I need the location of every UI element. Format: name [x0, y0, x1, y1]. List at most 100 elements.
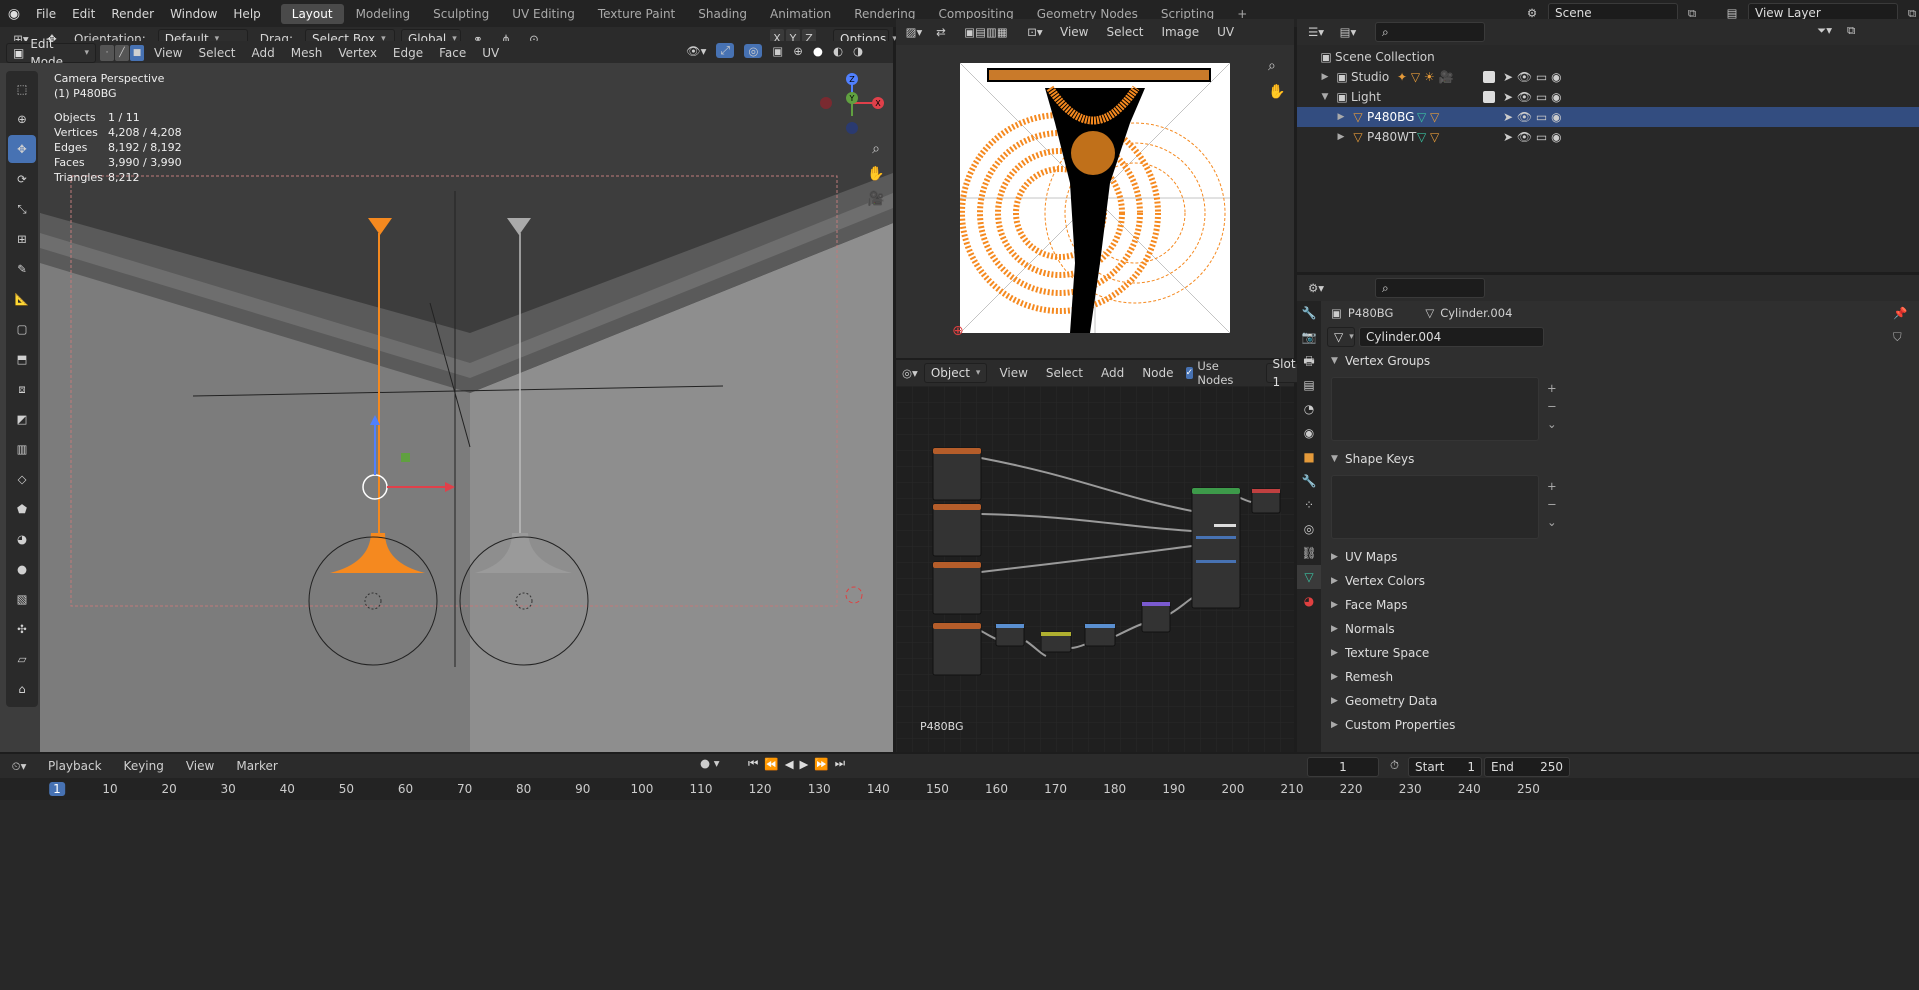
edge-slide-tool-icon[interactable]: ▧ — [8, 585, 36, 613]
expand-icon[interactable]: ▶ — [1317, 72, 1333, 82]
outliner-row-p480wt[interactable]: ▶ ▽ P480WT ▽ ▽ ➤ 👁 ▭ ◉ — [1297, 127, 1919, 147]
texture-node-4[interactable] — [932, 622, 982, 676]
panel-shape-keys[interactable]: ▼ Shape Keys — [1321, 447, 1919, 471]
add-cube-tool-icon[interactable]: ▢ — [8, 315, 36, 343]
jump-end-icon[interactable]: ⏭ — [835, 756, 845, 771]
visibility-toggles[interactable]: ➤ 👁 ▭ ◉ — [1503, 70, 1562, 84]
rip-tool-icon[interactable]: ⌂ — [8, 675, 36, 703]
outliner-row-light[interactable]: ▼ ▣ Light ➤ 👁 ▭ ◉ — [1297, 87, 1919, 107]
converter-node[interactable] — [1141, 601, 1171, 633]
tool-tab-icon[interactable]: 🔧 — [1297, 301, 1321, 325]
object-tab-icon[interactable]: ■ — [1297, 445, 1321, 469]
tab-shading[interactable]: Shading — [687, 4, 758, 24]
rendered-shading-icon[interactable]: ◑ — [853, 44, 863, 58]
fake-user-icon[interactable]: ⛉ — [1893, 330, 1902, 345]
viewport-3d[interactable]: ⊞▾ ✥ Orientation: Default Drag: Select B… — [0, 27, 893, 752]
physics-tab-icon[interactable]: ◎ — [1297, 517, 1321, 541]
navigation-gizmo[interactable]: Z X Y — [812, 71, 892, 146]
camera-view-icon[interactable]: 🎥 — [866, 187, 886, 212]
timeline-ruler[interactable]: 1 10 20 30 40 50 60 70 80 90 100 110 120 130 140 150 160… — [0, 778, 1919, 800]
timeline[interactable]: ⏲▾ Playback Keying View Marker ● ▾ ⏮ ⏪ ◀… — [0, 754, 1919, 990]
preview-range-icon[interactable]: ⏱ — [1390, 758, 1399, 773]
timeline-menu-keying[interactable]: Keying — [118, 756, 170, 776]
panel-vertex-colors[interactable]: ▶ Vertex Colors — [1321, 569, 1919, 593]
menu-help[interactable]: Help — [225, 7, 268, 21]
nav-neg-x-ball[interactable] — [820, 97, 832, 109]
material-output-node[interactable] — [1251, 488, 1281, 514]
solid-shading-icon[interactable]: ● — [813, 44, 823, 58]
node-menu-node[interactable]: Node — [1136, 363, 1179, 383]
collection-checkbox[interactable] — [1483, 91, 1495, 103]
visibility-toggles[interactable]: ➤ 👁 ▭ ◉ — [1503, 90, 1562, 104]
select-box-tool-icon[interactable]: ⬚ — [8, 75, 36, 103]
cursor-tool-icon[interactable]: ⊕ — [8, 105, 36, 133]
menu-vertex[interactable]: Vertex — [332, 43, 383, 63]
bevel-tool-icon[interactable]: ◩ — [8, 405, 36, 433]
tab-texture-paint[interactable]: Texture Paint — [587, 4, 686, 24]
use-nodes-check-icon[interactable]: ✓ — [1185, 367, 1194, 379]
transform-tool-icon[interactable]: ⊞ — [8, 225, 36, 253]
texture-node-2[interactable] — [932, 503, 982, 557]
timeline-menu-view[interactable]: View — [180, 756, 220, 776]
expand-icon[interactable]: ▼ — [1317, 92, 1333, 102]
visibility-toggles[interactable]: ➤ 👁 ▭ ◉ — [1503, 110, 1562, 124]
panel-remesh[interactable]: ▶ Remesh — [1321, 665, 1919, 689]
modifier-tab-icon[interactable]: 🔧 — [1297, 469, 1321, 493]
view-layer-tab-icon[interactable]: ▤ — [1297, 373, 1321, 397]
collection-checkbox[interactable] — [1483, 71, 1495, 83]
outliner-row-p480bg[interactable]: ▶ ▽ P480BG ▽ ▽ ➤ 👁 ▭ ◉ — [1297, 107, 1919, 127]
node-menu-select[interactable]: Select — [1040, 363, 1089, 383]
annotate-tool-icon[interactable]: ✎ — [8, 255, 36, 283]
timeline-type-icon[interactable]: ⏲▾ — [6, 759, 32, 774]
spin-tool-icon[interactable]: ◕ — [8, 525, 36, 553]
filter-icon[interactable]: ⏷▾ — [1817, 23, 1832, 38]
texture-node-3[interactable] — [932, 561, 982, 615]
current-frame-field[interactable]: 1 — [1307, 757, 1379, 777]
image-editor-type-icon[interactable]: ▨▾ — [902, 25, 926, 39]
menu-edit[interactable]: Edit — [64, 7, 103, 21]
panel-vertex-groups[interactable]: ▼ Vertex Groups — [1321, 349, 1919, 373]
next-keyframe-icon[interactable]: ⏩ — [814, 757, 828, 771]
start-frame-field[interactable]: Start 1 — [1408, 757, 1482, 777]
image-zoom-icon[interactable]: ⌕ — [1268, 53, 1285, 79]
pin-icon[interactable]: 📌 — [1893, 306, 1907, 320]
play-icon[interactable]: ▶ — [800, 757, 809, 771]
gizmo-toggle-icon[interactable]: ⤢ — [716, 43, 735, 58]
jump-start-icon[interactable]: ⏮ — [748, 756, 758, 771]
move-tool-button-icon[interactable]: ✥ — [8, 135, 36, 163]
panel-uv-maps[interactable]: ▶ UV Maps — [1321, 545, 1919, 569]
image-menu-view[interactable]: View — [1054, 22, 1094, 42]
tab-sculpting[interactable]: Sculpting — [422, 4, 500, 24]
mix-node[interactable] — [1040, 631, 1072, 653]
menu-select[interactable]: Select — [192, 43, 241, 63]
xray-toggle-icon[interactable]: ▣ — [772, 44, 783, 58]
node-object-dropdown[interactable]: Object — [923, 363, 988, 383]
shear-tool-icon[interactable]: ▱ — [8, 645, 36, 673]
world-tab-icon[interactable]: ◉ — [1297, 421, 1321, 445]
inset-tool-icon[interactable]: ⧈ — [8, 375, 36, 403]
timeline-menu-playback[interactable]: Playback — [42, 756, 108, 776]
tab-uv-editing[interactable]: UV Editing — [501, 4, 586, 24]
panel-custom-properties[interactable]: ▶ Custom Properties — [1321, 713, 1919, 737]
view-layer-icon[interactable]: ▤ — [1722, 6, 1742, 20]
smooth-tool-icon[interactable]: ● — [8, 555, 36, 583]
display-mode-icon[interactable]: ▤▾ — [1335, 25, 1361, 39]
shape-keys-list[interactable] — [1331, 475, 1539, 539]
vertex-select-icon[interactable]: ⋅ — [100, 45, 114, 61]
uv-texture-image[interactable] — [960, 63, 1230, 333]
menu-file[interactable]: File — [28, 7, 64, 21]
constraints-tab-icon[interactable]: ⛓ — [1297, 541, 1321, 565]
properties-editor[interactable]: ⚙▾ ⌕ 🔧 📷 🖶 ▤ ◔ ◉ ■ 🔧 ⁘ ◎ ⛓ ▽ ◕ ▣ P480BG … — [1297, 275, 1919, 752]
data-tab-icon[interactable]: ▽ — [1297, 565, 1321, 589]
nav-neg-z-ball[interactable] — [846, 122, 858, 134]
texture-node-1[interactable] — [932, 447, 982, 501]
new-collection-icon[interactable]: ⧉ — [1847, 23, 1855, 38]
properties-type-icon[interactable]: ⚙▾ — [1303, 281, 1329, 295]
panel-normals[interactable]: ▶ Normals — [1321, 617, 1919, 641]
mode-dropdown[interactable]: ▣ Edit Mode — [6, 37, 96, 69]
poly-build-tool-icon[interactable]: ⬟ — [8, 495, 36, 523]
menu-window[interactable]: Window — [162, 7, 225, 21]
knife-tool-icon[interactable]: ◇ — [8, 465, 36, 493]
timeline-track-area[interactable] — [0, 800, 1919, 990]
use-nodes-checkbox[interactable]: ✓ Use Nodes — [1185, 359, 1238, 387]
